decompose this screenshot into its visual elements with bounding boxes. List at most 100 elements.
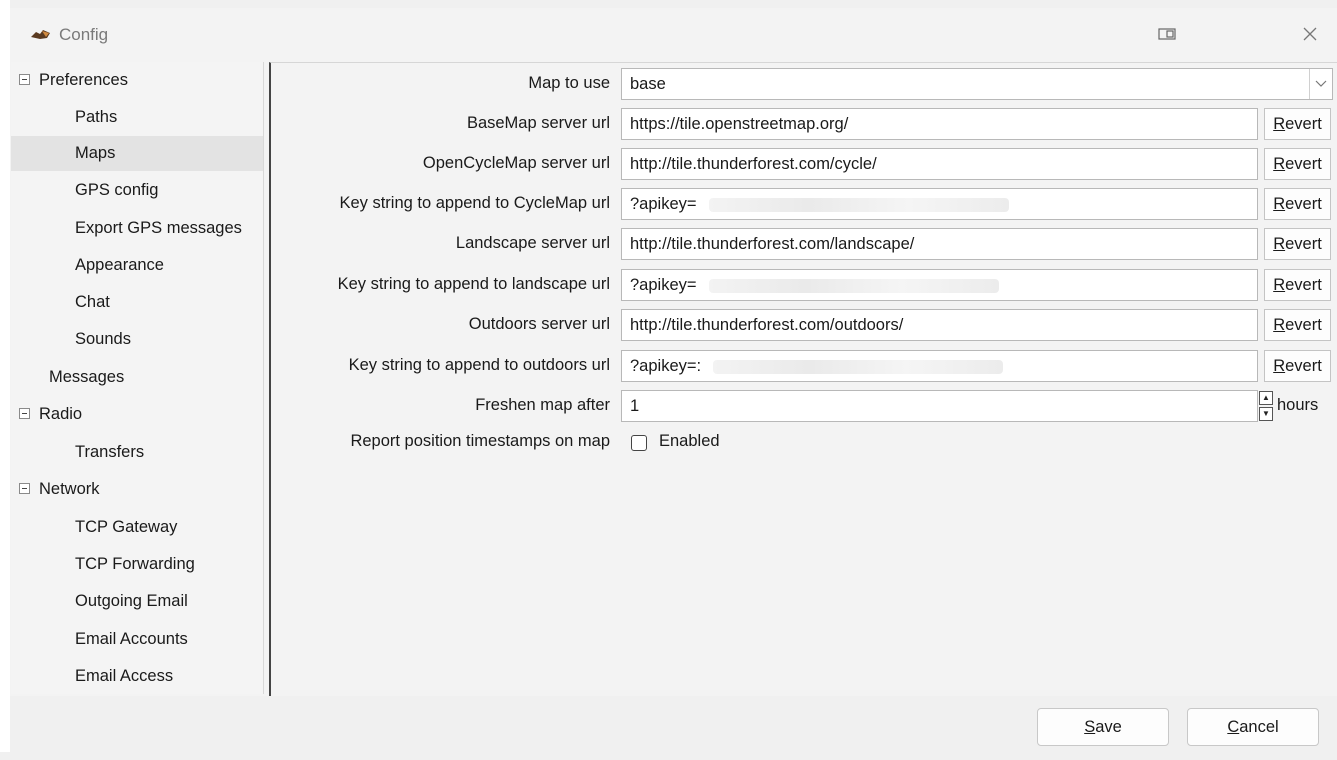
freshen-spinner: ▲ ▼ [1259, 390, 1273, 422]
window-edge [0, 0, 10, 752]
spin-up-icon[interactable]: ▲ [1259, 391, 1273, 405]
tree-item-tcp-forwarding[interactable]: TCP Forwarding [11, 547, 263, 582]
freshen-label: Freshen map after [475, 396, 610, 414]
basemap-url-input[interactable]: https://tile.openstreetmap.org/ [621, 108, 1258, 140]
landscape-key-label: Key string to append to landscape url [337, 275, 610, 293]
tree-item-email-accounts[interactable]: Email Accounts [11, 622, 263, 657]
revert-label: evert [1285, 155, 1322, 173]
cancel-label: ancel [1239, 718, 1279, 736]
collapse-icon[interactable] [19, 483, 30, 494]
outdoors-key-label: Key string to append to outdoors url [348, 356, 610, 374]
tree-item-paths[interactable]: Paths [11, 100, 263, 135]
tree-item-messages[interactable]: Messages [11, 360, 263, 395]
collapse-icon[interactable] [19, 408, 30, 419]
close-icon[interactable] [1300, 24, 1320, 44]
landscape-url-label: Landscape server url [455, 234, 610, 252]
tree-item-maps[interactable]: Maps [11, 136, 263, 171]
tree-item-label: Export GPS messages [75, 219, 242, 237]
tree-item-label: Network [39, 480, 100, 498]
app-icon [30, 28, 52, 47]
tree-item-label: GPS config [75, 181, 159, 199]
map-to-use-select[interactable]: base [621, 68, 1333, 100]
row-opencyclemap-url: OpenCycleMap server url http://tile.thun… [271, 145, 1337, 181]
tree-item-label: Transfers [75, 443, 145, 461]
dialog-footer: Save Cancel [10, 696, 1337, 760]
revert-label: evert [1285, 276, 1322, 294]
revert-mnemonic: R [1273, 316, 1286, 334]
landscape-key-value: ?apikey= [630, 276, 697, 294]
tree-item-label: Email Access [75, 667, 174, 685]
landscape-revert-button[interactable]: Revert [1264, 228, 1331, 260]
row-report-timestamps: Report position timestamps on map Enable… [271, 423, 1337, 459]
landscape-key-revert-button[interactable]: Revert [1264, 269, 1331, 301]
tree-item-label: TCP Forwarding [75, 555, 195, 573]
tree-item-sounds[interactable]: Sounds [11, 322, 263, 357]
map-to-use-value: base [630, 75, 666, 93]
cyclemap-key-input[interactable]: ?apikey= [621, 188, 1258, 220]
cyclemap-key-revert-button[interactable]: Revert [1264, 188, 1331, 220]
save-mnemonic: S [1084, 718, 1096, 736]
revert-mnemonic: R [1273, 155, 1286, 173]
tree-item-email-access[interactable]: Email Access [11, 659, 263, 694]
enabled-checkbox[interactable] [631, 435, 647, 451]
cancel-button[interactable]: Cancel [1187, 708, 1319, 746]
tree-item-network[interactable]: Network [11, 472, 263, 507]
tree-item-label: Paths [75, 108, 118, 126]
redacted-key [708, 278, 999, 293]
map-to-use-label: Map to use [528, 74, 610, 92]
collapse-icon[interactable] [19, 74, 30, 85]
tree-item-outgoing-email[interactable]: Outgoing Email [11, 584, 263, 619]
outdoors-url-label: Outdoors server url [468, 315, 610, 333]
freshen-input[interactable]: 1 [621, 390, 1258, 422]
tree-item-tcp-gateway[interactable]: TCP Gateway [11, 510, 263, 545]
spin-down-icon[interactable]: ▼ [1259, 407, 1273, 421]
tree-item-preferences[interactable]: Preferences [11, 63, 263, 98]
landscape-key-input[interactable]: ?apikey= [621, 269, 1258, 301]
row-landscape-url: Landscape server url http://tile.thunder… [271, 225, 1337, 261]
outdoors-url-input[interactable]: http://tile.thunderforest.com/outdoors/ [621, 309, 1258, 341]
basemap-url-label: BaseMap server url [466, 114, 610, 132]
settings-tree: Preferences Paths Maps GPS config Export… [11, 62, 264, 694]
tree-item-transfers[interactable]: Transfers [11, 435, 263, 470]
tree-item-label: Chat [75, 293, 110, 311]
outdoors-key-revert-button[interactable]: Revert [1264, 350, 1331, 382]
title-bar: Config [10, 8, 1337, 58]
opencyclemap-revert-button[interactable]: Revert [1264, 148, 1331, 180]
tree-item-gps-config[interactable]: GPS config [11, 173, 263, 208]
freshen-unit: hours [1277, 396, 1319, 414]
row-freshen: Freshen map after 1 ▲ ▼ hours [271, 387, 1337, 423]
tree-item-label: Maps [75, 144, 116, 162]
chevron-down-icon[interactable] [1309, 69, 1332, 99]
revert-label: evert [1285, 235, 1322, 253]
outdoors-revert-button[interactable]: Revert [1264, 309, 1331, 341]
tree-item-label: Radio [39, 405, 83, 423]
outdoors-key-input[interactable]: ?apikey=: [621, 350, 1258, 382]
row-cyclemap-key: Key string to append to CycleMap url ?ap… [271, 185, 1337, 221]
revert-label: evert [1285, 195, 1322, 213]
tree-item-chat[interactable]: Chat [11, 285, 263, 320]
tree-item-radio[interactable]: Radio [11, 397, 263, 432]
save-label: ave [1095, 718, 1122, 736]
revert-label: evert [1285, 316, 1322, 334]
tree-item-appearance[interactable]: Appearance [11, 248, 263, 283]
tree-item-label: Outgoing Email [75, 592, 188, 610]
redacted-key [713, 359, 1004, 374]
row-outdoors-key: Key string to append to outdoors url ?ap… [271, 347, 1337, 383]
enabled-checkbox-label[interactable]: Enabled [659, 423, 720, 459]
dock-icon[interactable] [1157, 24, 1177, 44]
config-window: Config Preferences Paths Maps GPS config… [10, 8, 1337, 760]
redacted-key [708, 197, 1009, 212]
window-title: Config [59, 25, 109, 44]
opencyclemap-url-input[interactable]: http://tile.thunderforest.com/cycle/ [621, 148, 1258, 180]
tree-item-label: Messages [49, 368, 125, 386]
tree-item-label: Sounds [75, 330, 131, 348]
landscape-url-input[interactable]: http://tile.thunderforest.com/landscape/ [621, 228, 1258, 260]
row-outdoors-url: Outdoors server url http://tile.thunderf… [271, 306, 1337, 342]
cyclemap-key-value: ?apikey= [630, 195, 697, 213]
tree-item-label: Appearance [75, 256, 164, 274]
basemap-revert-button[interactable]: Revert [1264, 108, 1331, 140]
tree-item-export-gps-messages[interactable]: Export GPS messages [11, 211, 263, 246]
cyclemap-key-label: Key string to append to CycleMap url [339, 194, 610, 212]
row-landscape-key: Key string to append to landscape url ?a… [271, 266, 1337, 302]
save-button[interactable]: Save [1037, 708, 1169, 746]
